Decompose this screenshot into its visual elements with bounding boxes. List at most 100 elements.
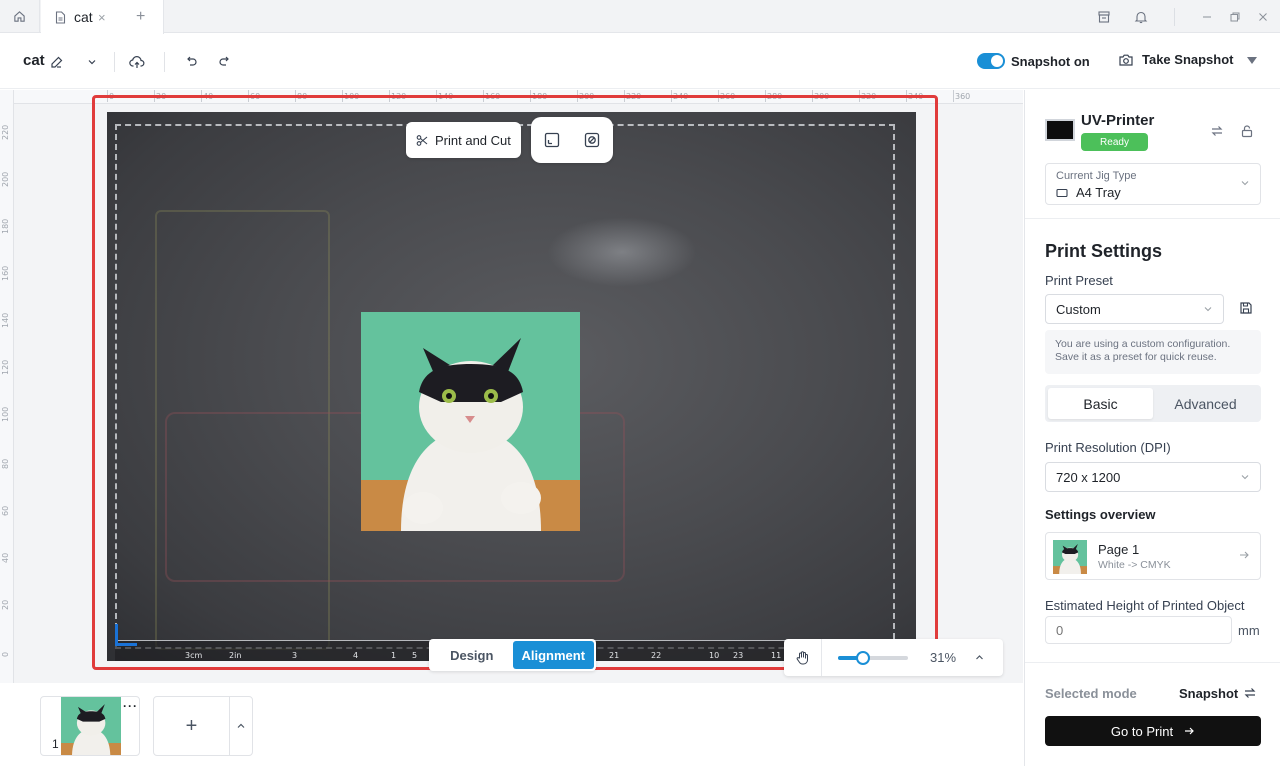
arrow-right-icon [1240, 551, 1249, 559]
lock-button[interactable] [1239, 123, 1255, 139]
swap-icon [1211, 126, 1223, 136]
page-strip: 1 ··· + [0, 683, 1023, 766]
selected-mode-label: Selected mode [1045, 686, 1137, 701]
add-page-button[interactable]: + [154, 697, 230, 755]
redo-icon [219, 56, 229, 66]
page-settings-card[interactable]: Page 1 White -> CMYK [1045, 532, 1261, 580]
status-badge: Ready [1081, 133, 1148, 151]
tab-advanced[interactable]: Advanced [1153, 388, 1258, 419]
print-preset-label: Print Preset [1045, 273, 1113, 288]
preset-info-line: Save it as a preset for quick reuse. [1055, 351, 1217, 363]
page-thumbnail[interactable]: 1 ··· [40, 696, 140, 756]
unlock-icon [1241, 125, 1253, 138]
pan-tool-button[interactable] [784, 639, 822, 676]
rename-button[interactable] [46, 51, 68, 73]
camera-icon [1119, 54, 1133, 66]
home-button[interactable] [0, 0, 40, 33]
undo-button[interactable] [180, 51, 202, 73]
upload-button[interactable] [126, 51, 148, 73]
preset-info: You are using a custom configuration. Sa… [1045, 330, 1261, 374]
printer-color-swatch [1045, 119, 1075, 141]
tab-design[interactable]: Design [431, 641, 513, 669]
snapshot-toggle[interactable] [977, 53, 1005, 69]
divider [1174, 8, 1175, 26]
zoom-slider-knob[interactable] [855, 650, 870, 665]
go-to-print-button[interactable]: Go to Print [1045, 716, 1261, 746]
jig-type-label: Current Jig Type [1056, 170, 1137, 182]
ruler-left: 220 200 180 160 140 120 100 80 60 40 20 … [0, 90, 14, 683]
page-more-icon[interactable]: ··· [123, 699, 138, 713]
print-preset-value: Custom [1056, 301, 1101, 317]
snapshot-menu-caret-icon[interactable] [1247, 57, 1257, 64]
maximize-button[interactable] [1224, 0, 1246, 33]
ruler-tick: 160 [1, 265, 10, 281]
scissors-icon [416, 134, 428, 146]
page-card-title: Page 1 [1098, 542, 1140, 557]
divider [114, 52, 115, 72]
tab-cat[interactable]: cat × [41, 0, 164, 34]
ruler-tick: 180 [1, 218, 10, 234]
take-snapshot-button[interactable]: Take Snapshot [1118, 52, 1234, 67]
save-preset-button[interactable] [1239, 301, 1253, 318]
minimize-button[interactable] [1196, 0, 1218, 33]
chevron-up-icon[interactable] [974, 652, 985, 663]
save-icon [1240, 302, 1252, 314]
tab-title: cat [74, 9, 93, 25]
object-height-input[interactable] [1045, 616, 1232, 644]
document-icon [55, 10, 66, 24]
ruler-tick: 220 [1, 124, 10, 140]
fit-frame-icon[interactable] [543, 131, 561, 149]
ruler-tick: 200 [1, 171, 10, 187]
tab-close-icon[interactable]: × [98, 10, 106, 25]
archive-button[interactable] [1093, 0, 1115, 33]
chevron-down-icon [1241, 475, 1249, 480]
settings-panel: UV-Printer Ready Current Jig Type A4 Tra… [1024, 90, 1280, 766]
page-strip-toggle[interactable] [230, 697, 252, 755]
close-icon [1259, 12, 1267, 21]
divider [1025, 662, 1280, 663]
divider [164, 52, 165, 72]
archive-icon [1098, 10, 1110, 23]
print-resolution-select[interactable]: 720 x 1200 [1045, 462, 1261, 492]
cloud-upload-icon [129, 56, 145, 68]
undo-icon [187, 56, 197, 66]
jig-type-value: A4 Tray [1076, 185, 1121, 200]
mask-frame-icon[interactable] [583, 131, 601, 149]
tab-alignment[interactable]: Alignment [512, 641, 594, 669]
print-preset-select[interactable]: Custom [1045, 294, 1224, 324]
redo-button[interactable] [214, 51, 236, 73]
switch-mode-button[interactable] [1243, 686, 1257, 703]
chevron-down-icon [1241, 181, 1249, 186]
object-height-label: Estimated Height of Printed Object [1045, 598, 1245, 613]
switch-printer-button[interactable] [1209, 123, 1225, 139]
tab-basic[interactable]: Basic [1048, 388, 1153, 419]
close-window-button[interactable] [1252, 0, 1274, 33]
swap-icon [1244, 688, 1256, 698]
title-bar: cat × + [0, 0, 1280, 34]
jig-type-select[interactable]: Current Jig Type A4 Tray [1045, 163, 1261, 205]
zoom-slider[interactable] [838, 650, 908, 665]
new-tab-button[interactable]: + [136, 8, 145, 26]
zoom-controls: 31% [784, 639, 1003, 676]
ruler-tick: 60 [1, 505, 10, 516]
print-and-cut-button[interactable]: Print and Cut [406, 122, 521, 158]
print-settings-title: Print Settings [1045, 241, 1163, 261]
cat-picture [61, 697, 121, 755]
print-and-cut-label: Print and Cut [435, 132, 511, 148]
home-icon [14, 11, 25, 22]
document-menu-button[interactable] [81, 51, 103, 73]
mode-tabs: Design Alignment [429, 639, 596, 671]
page-card-subtitle: White -> CMYK [1098, 559, 1171, 571]
ruler-tick: 80 [1, 458, 10, 469]
ruler-tick: 360 [952, 90, 971, 102]
ruler-tick: 20 [1, 599, 10, 610]
ruler-tick: 0 [1, 651, 10, 657]
print-resolution-label: Print Resolution (DPI) [1045, 440, 1171, 455]
document-name: cat [23, 52, 45, 69]
settings-tabs: Basic Advanced [1045, 385, 1261, 422]
notifications-button[interactable] [1130, 0, 1152, 33]
zoom-percentage: 31% [930, 650, 957, 665]
ruler-tick: 100 [1, 406, 10, 422]
printer-name: UV-Printer [1081, 112, 1155, 129]
canvas-area[interactable]: 0 20 40 60 80 100 120 140 160 180 200 22… [0, 90, 1023, 683]
